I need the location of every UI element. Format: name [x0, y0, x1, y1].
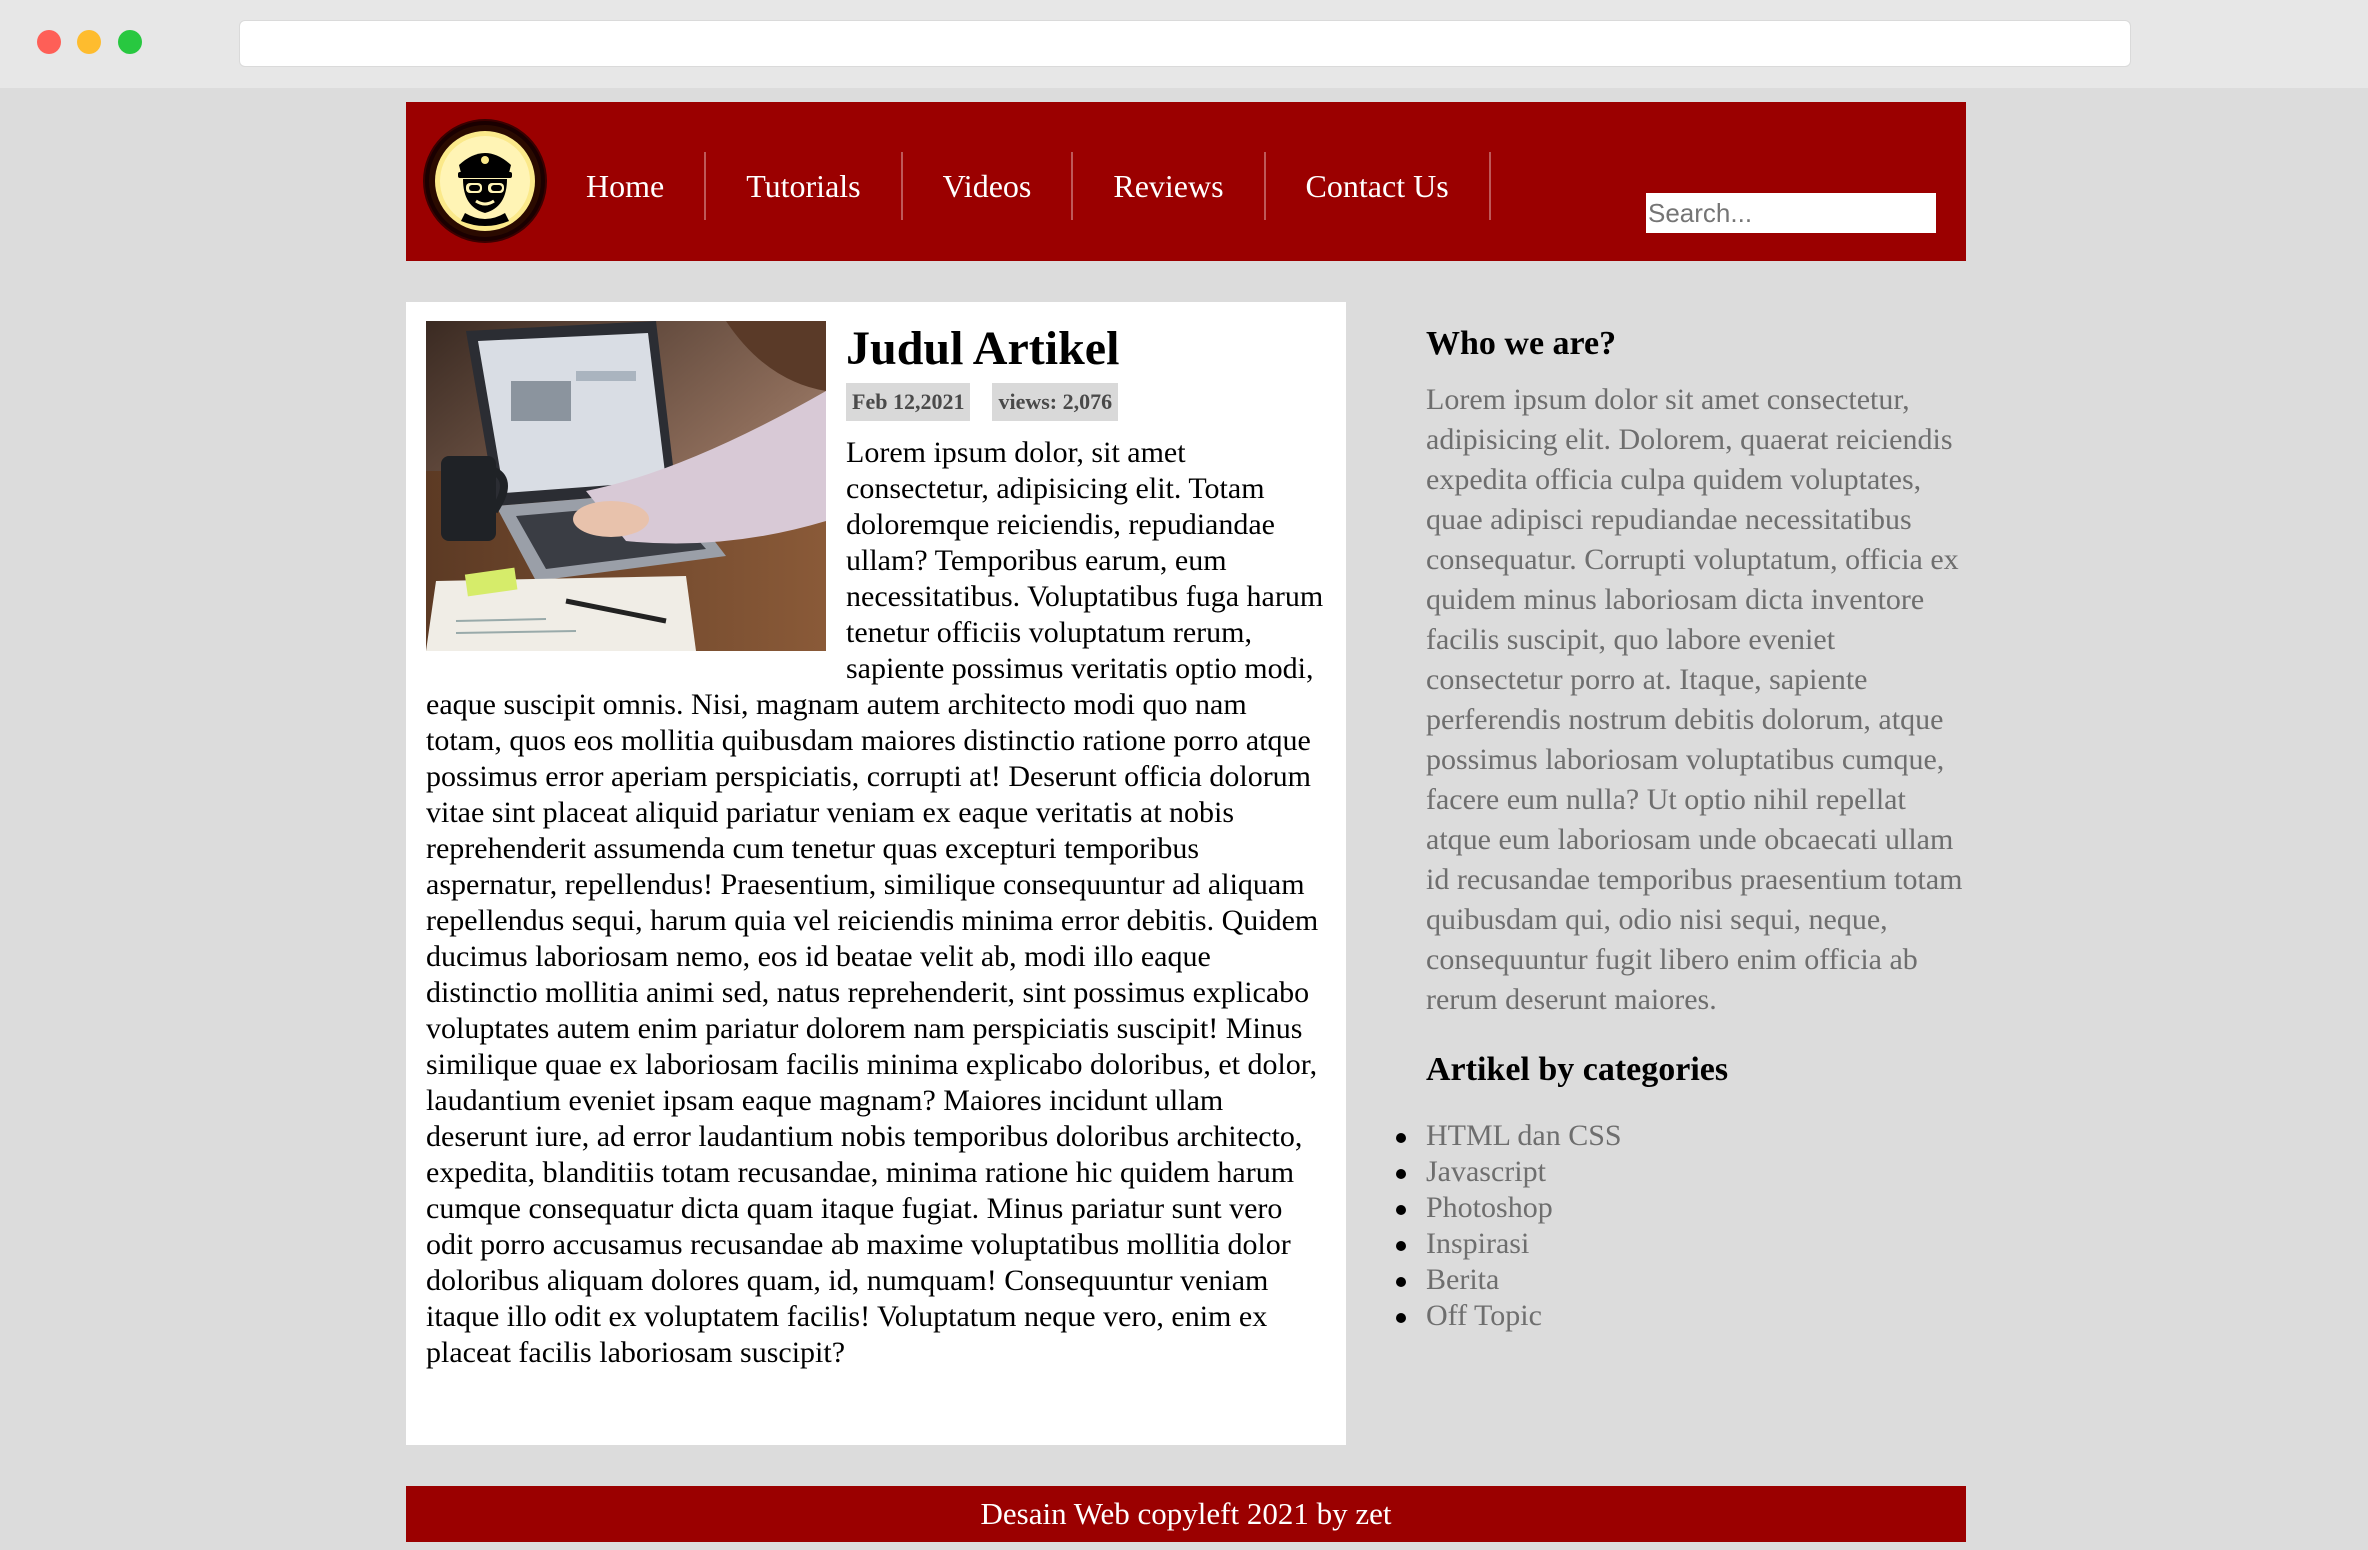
article-date-badge: Feb 12,2021 [846, 383, 971, 421]
nav-videos[interactable]: Videos [903, 152, 1074, 220]
category-off-topic[interactable]: Off Topic [1396, 1298, 1971, 1334]
article-card: Judul Artikel Feb 12,2021 views: 2,076 L… [406, 302, 1346, 1445]
sidebar: Who we are? Lorem ipsum dolor sit amet c… [1396, 316, 1971, 1334]
article-views-badge: views: 2,076 [992, 383, 1119, 421]
nav-contact-us[interactable]: Contact Us [1266, 152, 1491, 220]
categories-heading: Artikel by categories [1426, 1051, 1729, 1088]
maximize-window-button[interactable] [118, 30, 142, 54]
nav-home[interactable]: Home [561, 152, 707, 220]
article-thumbnail [426, 321, 826, 651]
nav-reviews[interactable]: Reviews [1073, 152, 1266, 220]
minimize-window-button[interactable] [77, 30, 101, 54]
site-header: Home Tutorials Videos Reviews Contact Us [406, 102, 1966, 261]
browser-chrome [0, 0, 2368, 88]
site-footer: Desain Web copyleft 2021 by zet [406, 1486, 1966, 1542]
about-text: Lorem ipsum dolor sit amet consectetur, … [1426, 383, 1963, 1016]
categories-list: HTML dan CSS Javascript Photoshop Inspir… [1396, 1118, 1971, 1334]
search-input[interactable] [1646, 193, 1936, 233]
article-meta: Feb 12,2021 views: 2,076 [846, 383, 1326, 421]
main-nav: Home Tutorials Videos Reviews Contact Us [561, 152, 1491, 220]
category-photoshop[interactable]: Photoshop [1396, 1190, 1971, 1226]
about-heading: Who we are? [1426, 325, 1617, 362]
nav-tutorials[interactable]: Tutorials [706, 152, 903, 220]
category-berita[interactable]: Berita [1396, 1262, 1971, 1298]
address-bar[interactable] [239, 20, 2131, 67]
category-html-css[interactable]: HTML dan CSS [1396, 1118, 1971, 1154]
police-officer-logo-icon[interactable] [425, 121, 545, 241]
category-inspirasi[interactable]: Inspirasi [1396, 1226, 1971, 1262]
category-javascript[interactable]: Javascript [1396, 1154, 1971, 1190]
close-window-button[interactable] [37, 30, 61, 54]
